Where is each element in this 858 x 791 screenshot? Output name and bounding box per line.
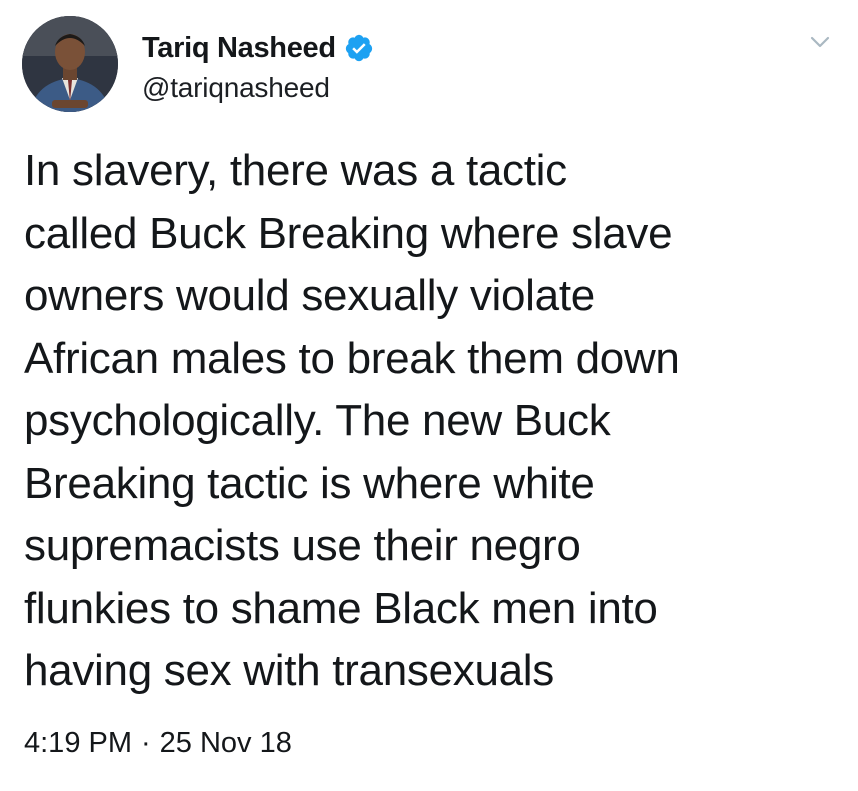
timestamp-separator: ·	[141, 727, 151, 759]
tweet-date: 25 Nov 18	[159, 727, 292, 759]
tweet-timestamp[interactable]: 4:19 PM · 25 Nov 18	[24, 727, 292, 760]
tweet-time: 4:19 PM	[24, 727, 132, 759]
author-handle[interactable]: @tariqnasheed	[142, 72, 330, 104]
chevron-down-icon[interactable]	[808, 30, 832, 54]
author-display-name[interactable]: Tariq Nasheed	[142, 32, 336, 65]
verified-badge-icon	[344, 33, 374, 63]
tweet-text: In slavery, there was a tactic called Bu…	[24, 146, 680, 695]
avatar[interactable]	[22, 16, 118, 112]
tweet-card: Tariq Nasheed @tariqnasheed In slavery, …	[0, 0, 858, 791]
tweet-header: Tariq Nasheed @tariqnasheed	[22, 16, 842, 112]
name-row: Tariq Nasheed	[142, 30, 374, 66]
avatar-image	[22, 16, 118, 112]
